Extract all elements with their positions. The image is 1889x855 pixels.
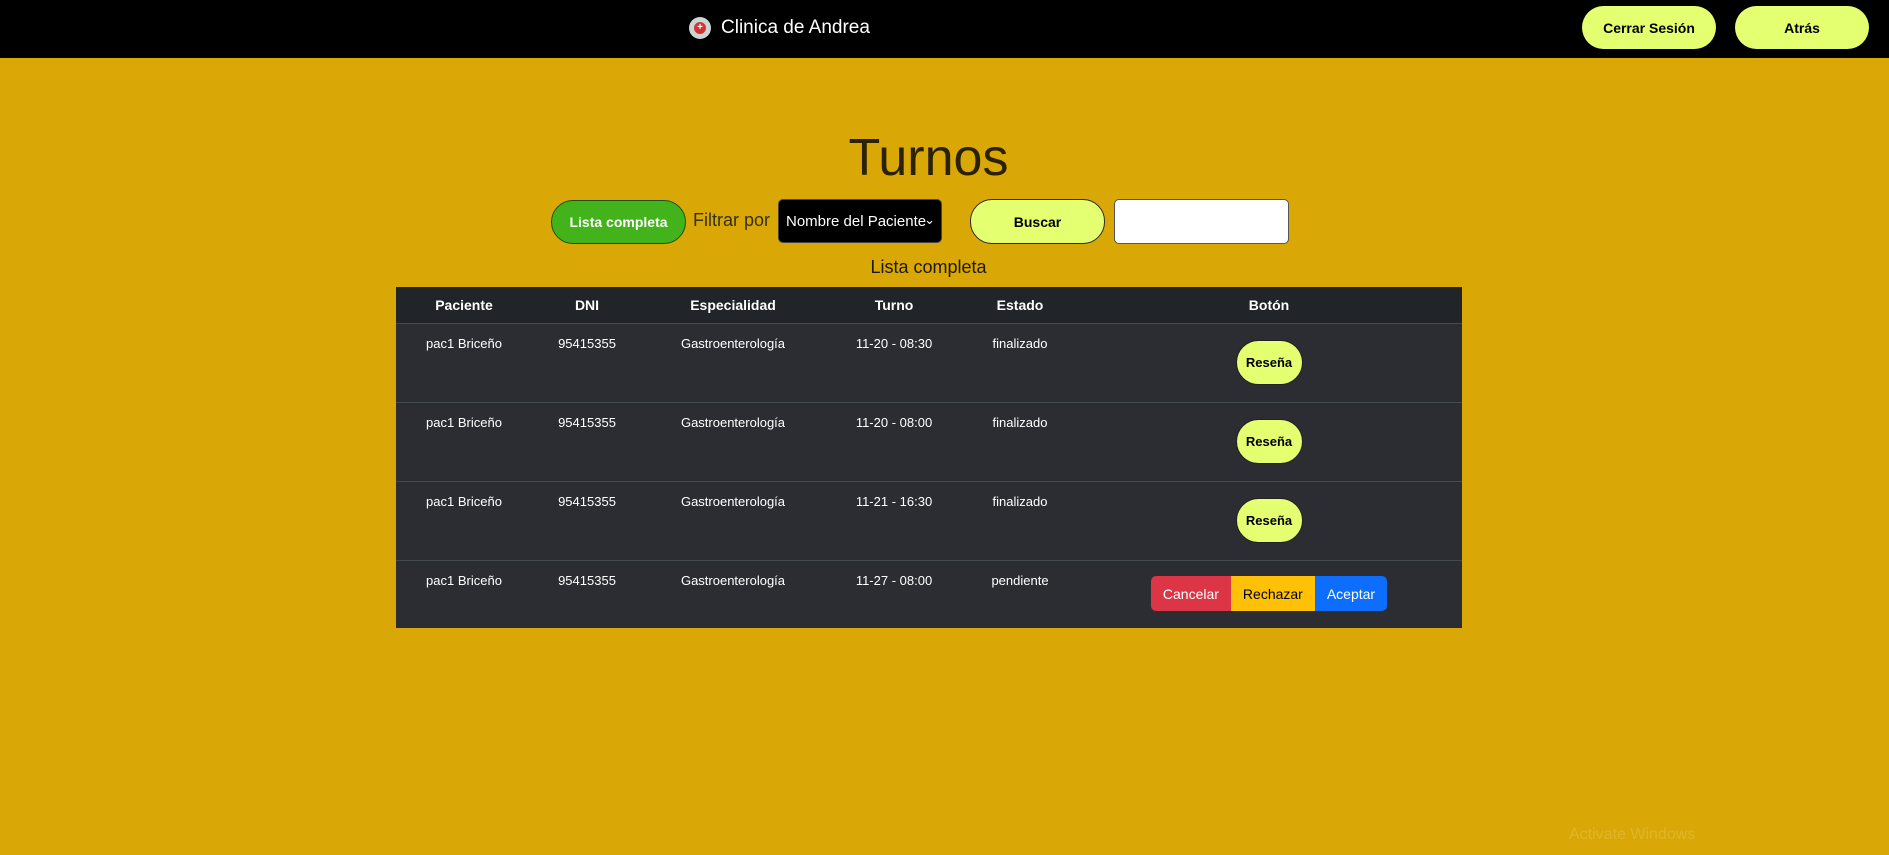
appointment-action-group: Cancelar Rechazar Aceptar	[1150, 576, 1388, 611]
review-button[interactable]: Reseña	[1235, 498, 1303, 543]
page-title: Turnos	[848, 129, 1009, 187]
cancel-button[interactable]: Cancelar	[1150, 576, 1231, 611]
cell-estado: finalizado	[964, 323, 1076, 403]
table-row: pac1 Briceño 95415355 Gastroenterología …	[396, 323, 1462, 403]
filter-label: Filtrar por	[693, 210, 771, 230]
cell-especialidad: Gastroenterología	[642, 402, 824, 482]
cell-turno: 11-27 - 08:00	[855, 573, 933, 588]
table-header-row: Paciente DNI Especialidad Turno Estado B…	[396, 287, 1462, 324]
column-header-especialidad: Especialidad	[642, 287, 824, 324]
table-row: pac1 Briceño 95415355 Gastroenterología …	[396, 561, 1462, 628]
list-caption: Lista completa	[870, 257, 987, 277]
clinic-logo-icon: +	[689, 17, 711, 39]
windows-activation-watermark: Activate Windows	[1569, 826, 1696, 843]
logout-button[interactable]: Cerrar Sesión	[1582, 6, 1716, 49]
cell-estado: pendiente	[991, 573, 1049, 588]
column-header-dni: DNI	[532, 287, 642, 324]
review-button[interactable]: Reseña	[1235, 419, 1303, 464]
full-list-button[interactable]: Lista completa	[551, 200, 686, 244]
column-header-boton: Botón	[1076, 287, 1462, 324]
search-input[interactable]	[1114, 199, 1289, 244]
cell-paciente: pac1 Briceño	[426, 573, 502, 588]
cell-turno: 11-20 - 08:00	[824, 402, 964, 482]
cell-turno: 11-21 - 16:30	[824, 481, 964, 561]
cell-especialidad: Gastroenterología	[642, 323, 824, 403]
table-row: pac1 Briceño 95415355 Gastroenterología …	[396, 402, 1462, 482]
filter-selected-value: Nombre del Paciente	[786, 212, 927, 230]
top-navbar: + Clinica de Andrea Cerrar Sesión Atrás	[0, 0, 1889, 58]
review-button[interactable]: Reseña	[1235, 340, 1303, 385]
cell-actions: Reseña	[1076, 323, 1462, 403]
appointments-table: Paciente DNI Especialidad Turno Estado B…	[396, 287, 1462, 628]
cell-dni: 95415355	[558, 573, 616, 588]
cell-dni: 95415355	[532, 481, 642, 561]
cell-paciente: pac1 Briceño	[396, 323, 532, 403]
column-header-turno: Turno	[824, 287, 964, 324]
column-header-estado: Estado	[964, 287, 1076, 324]
cell-paciente: pac1 Briceño	[396, 481, 532, 561]
cell-turno: 11-20 - 08:30	[824, 323, 964, 403]
column-header-paciente: Paciente	[396, 287, 532, 324]
reject-button[interactable]: Rechazar	[1230, 576, 1315, 611]
search-button[interactable]: Buscar	[970, 199, 1105, 244]
cell-especialidad: Gastroenterología	[642, 481, 824, 561]
table-row: pac1 Briceño 95415355 Gastroenterología …	[396, 481, 1462, 561]
cell-dni: 95415355	[532, 323, 642, 403]
chevron-down-icon: ⌄	[924, 212, 935, 227]
filter-select[interactable]: Nombre del Paciente ⌄	[778, 199, 942, 243]
back-button[interactable]: Atrás	[1735, 6, 1869, 49]
cell-actions: Cancelar Rechazar Aceptar	[1076, 561, 1462, 628]
cell-estado: finalizado	[964, 481, 1076, 561]
brand[interactable]: + Clinica de Andrea	[689, 15, 870, 41]
cell-estado: finalizado	[964, 402, 1076, 482]
brand-name: Clinica de Andrea	[721, 17, 870, 38]
cell-actions: Reseña	[1076, 402, 1462, 482]
cell-actions: Reseña	[1076, 481, 1462, 561]
cell-dni: 95415355	[532, 402, 642, 482]
cell-paciente: pac1 Briceño	[396, 402, 532, 482]
cell-especialidad: Gastroenterología	[680, 573, 786, 588]
accept-button[interactable]: Aceptar	[1314, 576, 1388, 611]
